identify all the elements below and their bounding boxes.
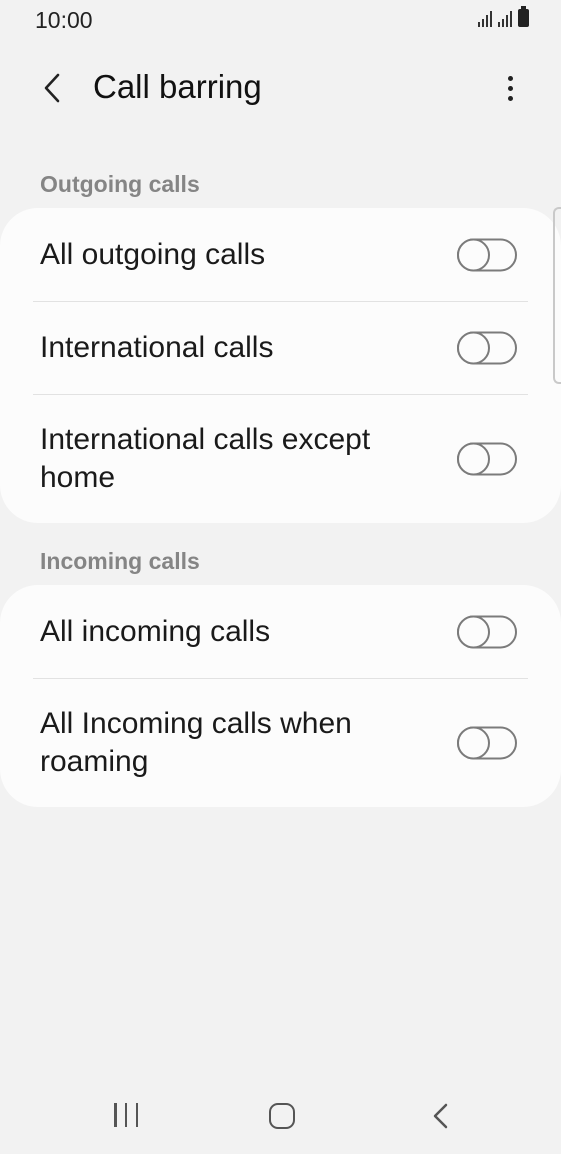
back-icon[interactable] [428, 1102, 454, 1130]
setting-row-international-except-home[interactable]: International calls except home [0, 394, 561, 523]
back-button[interactable] [28, 66, 76, 110]
setting-row-international-calls[interactable]: International calls [0, 301, 561, 394]
section-header-incoming: Incoming calls [40, 548, 200, 574]
toggle-switch[interactable] [457, 331, 517, 364]
toggle-switch[interactable] [457, 615, 517, 648]
toggle-switch[interactable] [457, 726, 517, 759]
recents-icon[interactable] [111, 1103, 141, 1129]
more-options-button[interactable] [495, 68, 525, 108]
battery-icon [518, 6, 529, 27]
incoming-calls-card: All incoming calls All Incoming calls wh… [0, 585, 561, 807]
setting-label: All outgoing calls [40, 237, 266, 271]
page-title: Call barring [93, 68, 262, 105]
chevron-left-icon [44, 73, 60, 103]
status-icons [478, 6, 529, 27]
app-bar: Call barring [0, 52, 561, 124]
setting-label: International calls except home [40, 422, 371, 494]
setting-label: International calls [40, 330, 274, 364]
toggle-switch[interactable] [457, 238, 517, 271]
toggle-switch[interactable] [457, 442, 517, 475]
section-header-outgoing: Outgoing calls [40, 171, 200, 197]
signal-icon [498, 9, 512, 27]
setting-row-all-outgoing-calls[interactable]: All outgoing calls [0, 208, 561, 301]
navigation-bar [0, 1080, 561, 1154]
home-icon[interactable] [269, 1103, 295, 1129]
status-bar: 10:00 [0, 0, 561, 40]
outgoing-calls-card: All outgoing calls International calls I… [0, 208, 561, 523]
signal-icon [478, 9, 492, 27]
setting-label: All Incoming calls when roaming [40, 706, 352, 778]
setting-label: All incoming calls [40, 614, 271, 648]
scrollbar[interactable] [553, 207, 561, 384]
status-time: 10:00 [35, 7, 93, 33]
more-vertical-icon [507, 75, 513, 81]
setting-row-incoming-when-roaming[interactable]: All Incoming calls when roaming [0, 678, 561, 807]
setting-row-all-incoming-calls[interactable]: All incoming calls [0, 585, 561, 678]
